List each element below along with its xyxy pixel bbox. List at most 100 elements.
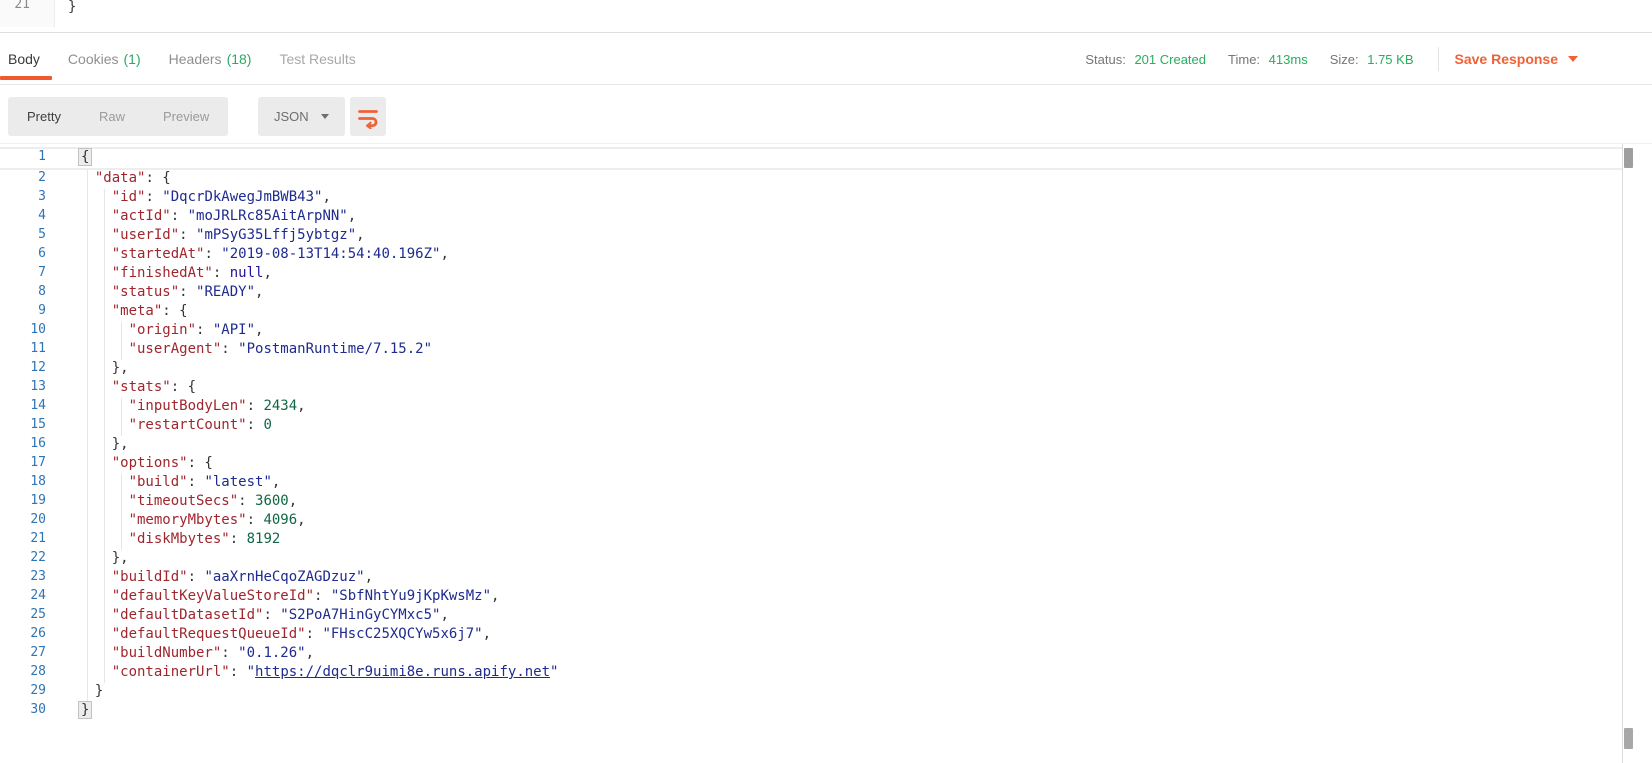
tab-cookies-label: Cookies xyxy=(68,51,119,67)
indent-guide xyxy=(78,398,95,417)
line-number: 10 xyxy=(0,322,46,341)
indent-guide xyxy=(95,512,112,531)
indent-guide xyxy=(78,588,95,607)
indent-guide xyxy=(95,246,112,265)
tab-headers[interactable]: Headers(18) xyxy=(169,34,252,84)
code-line: 1{ xyxy=(0,147,1622,170)
line-number: 6 xyxy=(0,246,46,265)
indent-guide xyxy=(95,341,112,360)
indent-guide xyxy=(78,360,95,379)
indent-guide xyxy=(95,493,112,512)
code-line: 19"timeoutSecs": 3600, xyxy=(0,493,1622,512)
line-number: 27 xyxy=(0,645,46,664)
line-number: 19 xyxy=(0,493,46,512)
line-number: 26 xyxy=(0,626,46,645)
code-line: 8"status": "READY", xyxy=(0,284,1622,303)
save-response-label: Save Response xyxy=(1455,51,1559,67)
tab-cookies[interactable]: Cookies (1) xyxy=(68,34,141,84)
indent-guide xyxy=(95,284,112,303)
line-number: 24 xyxy=(0,588,46,607)
indent-guide xyxy=(78,626,95,645)
line-number: 3 xyxy=(0,189,46,208)
code-line: 2"data": { xyxy=(0,170,1622,189)
code-line: 30} xyxy=(0,702,1622,721)
size-indicator: Size: 1.75 KB xyxy=(1330,52,1414,67)
line-number: 18 xyxy=(0,474,46,493)
code-line: 7"finishedAt": null, xyxy=(0,265,1622,284)
scrollbar-track xyxy=(1622,144,1623,763)
line-content: "origin": "API", xyxy=(46,322,1622,341)
code-line: 10"origin": "API", xyxy=(0,322,1622,341)
tab-test-results[interactable]: Test Results xyxy=(279,34,355,84)
indent-guide xyxy=(95,208,112,227)
tab-body[interactable]: Body xyxy=(8,34,40,84)
response-tab-bar: Body Cookies (1) Headers(18) Test Results… xyxy=(0,34,1652,85)
cookies-count-badge: (1) xyxy=(124,51,141,67)
response-body-toolbar: Pretty Raw Preview JSON xyxy=(0,85,1652,143)
indent-guide xyxy=(78,189,95,208)
line-number: 9 xyxy=(0,303,46,322)
line-content: "buildNumber": "0.1.26", xyxy=(46,645,1622,664)
size-value: 1.75 KB xyxy=(1367,52,1413,67)
indent-guide xyxy=(95,626,112,645)
response-body-viewer[interactable]: 1{2"data": {3"id": "DqcrDkAwegJmBWB43",4… xyxy=(0,143,1652,763)
indent-guide xyxy=(95,322,112,341)
code-line: 11"userAgent": "PostmanRuntime/7.15.2" xyxy=(0,341,1622,360)
code-line: 25"defaultDatasetId": "S2PoA7HinGyCYMxc5… xyxy=(0,607,1622,626)
line-content: "data": { xyxy=(46,170,1622,189)
indent-guide xyxy=(95,360,112,379)
indent-guide xyxy=(78,607,95,626)
line-content: "inputBodyLen": 2434, xyxy=(46,398,1622,417)
indent-guide xyxy=(78,474,95,493)
indent-guide xyxy=(95,474,112,493)
code-line: 29} xyxy=(0,683,1622,702)
save-response-button[interactable]: Save Response xyxy=(1455,51,1579,67)
indent-guide xyxy=(78,645,95,664)
line-number: 1 xyxy=(0,149,46,168)
request-editor-tail[interactable]: 21 } xyxy=(0,0,1652,33)
line-number: 23 xyxy=(0,569,46,588)
indent-guide xyxy=(112,322,129,341)
indent-guide xyxy=(95,607,112,626)
line-content: "diskMbytes": 8192 xyxy=(46,531,1622,550)
indent-guide xyxy=(78,417,95,436)
response-meta: Status: 201 Created Time: 413ms Size: 1.… xyxy=(1063,34,1578,84)
indent-guide xyxy=(78,683,95,702)
indent-guide xyxy=(112,474,129,493)
line-number: 12 xyxy=(0,360,46,379)
line-content: "startedAt": "2019-08-13T14:54:40.196Z", xyxy=(46,246,1622,265)
panel-scrollbar-thumb[interactable] xyxy=(1624,728,1633,749)
viewer-actions xyxy=(0,85,1652,143)
indent-guide xyxy=(95,588,112,607)
indent-guide xyxy=(95,531,112,550)
line-content: "options": { xyxy=(46,455,1622,474)
line-content: "status": "READY", xyxy=(46,284,1622,303)
status-label: Status: xyxy=(1085,52,1125,67)
code-lines: 1{2"data": {3"id": "DqcrDkAwegJmBWB43",4… xyxy=(0,147,1652,721)
line-number: 22 xyxy=(0,550,46,569)
line-content: "userId": "mPSyG35Lffj5ybtgz", xyxy=(46,227,1622,246)
code-line: 9"meta": { xyxy=(0,303,1622,322)
code-line: 26"defaultRequestQueueId": "FHscC25XQCYw… xyxy=(0,626,1622,645)
indent-guide xyxy=(95,569,112,588)
status-value: 201 Created xyxy=(1134,52,1206,67)
line-number: 14 xyxy=(0,398,46,417)
line-content: "build": "latest", xyxy=(46,474,1622,493)
line-content: } xyxy=(46,702,1622,721)
indent-guide xyxy=(95,227,112,246)
indent-guide xyxy=(78,227,95,246)
container-url-link[interactable]: https://dqclr9uimi8e.runs.apify.net xyxy=(255,664,550,680)
code-line: 6"startedAt": "2019-08-13T14:54:40.196Z"… xyxy=(0,246,1622,265)
indent-guide xyxy=(78,436,95,455)
indent-guide xyxy=(112,531,129,550)
indent-guide xyxy=(78,284,95,303)
line-content: { xyxy=(46,149,1622,168)
indent-guide xyxy=(95,379,112,398)
line-number: 4 xyxy=(0,208,46,227)
code-line: 18"build": "latest", xyxy=(0,474,1622,493)
editor-scrollbar-thumb[interactable] xyxy=(1624,148,1633,168)
code-line: 3"id": "DqcrDkAwegJmBWB43", xyxy=(0,189,1622,208)
line-content: "defaultRequestQueueId": "FHscC25XQCYw5x… xyxy=(46,626,1622,645)
line-number: 21 xyxy=(0,531,46,550)
line-number: 16 xyxy=(0,436,46,455)
